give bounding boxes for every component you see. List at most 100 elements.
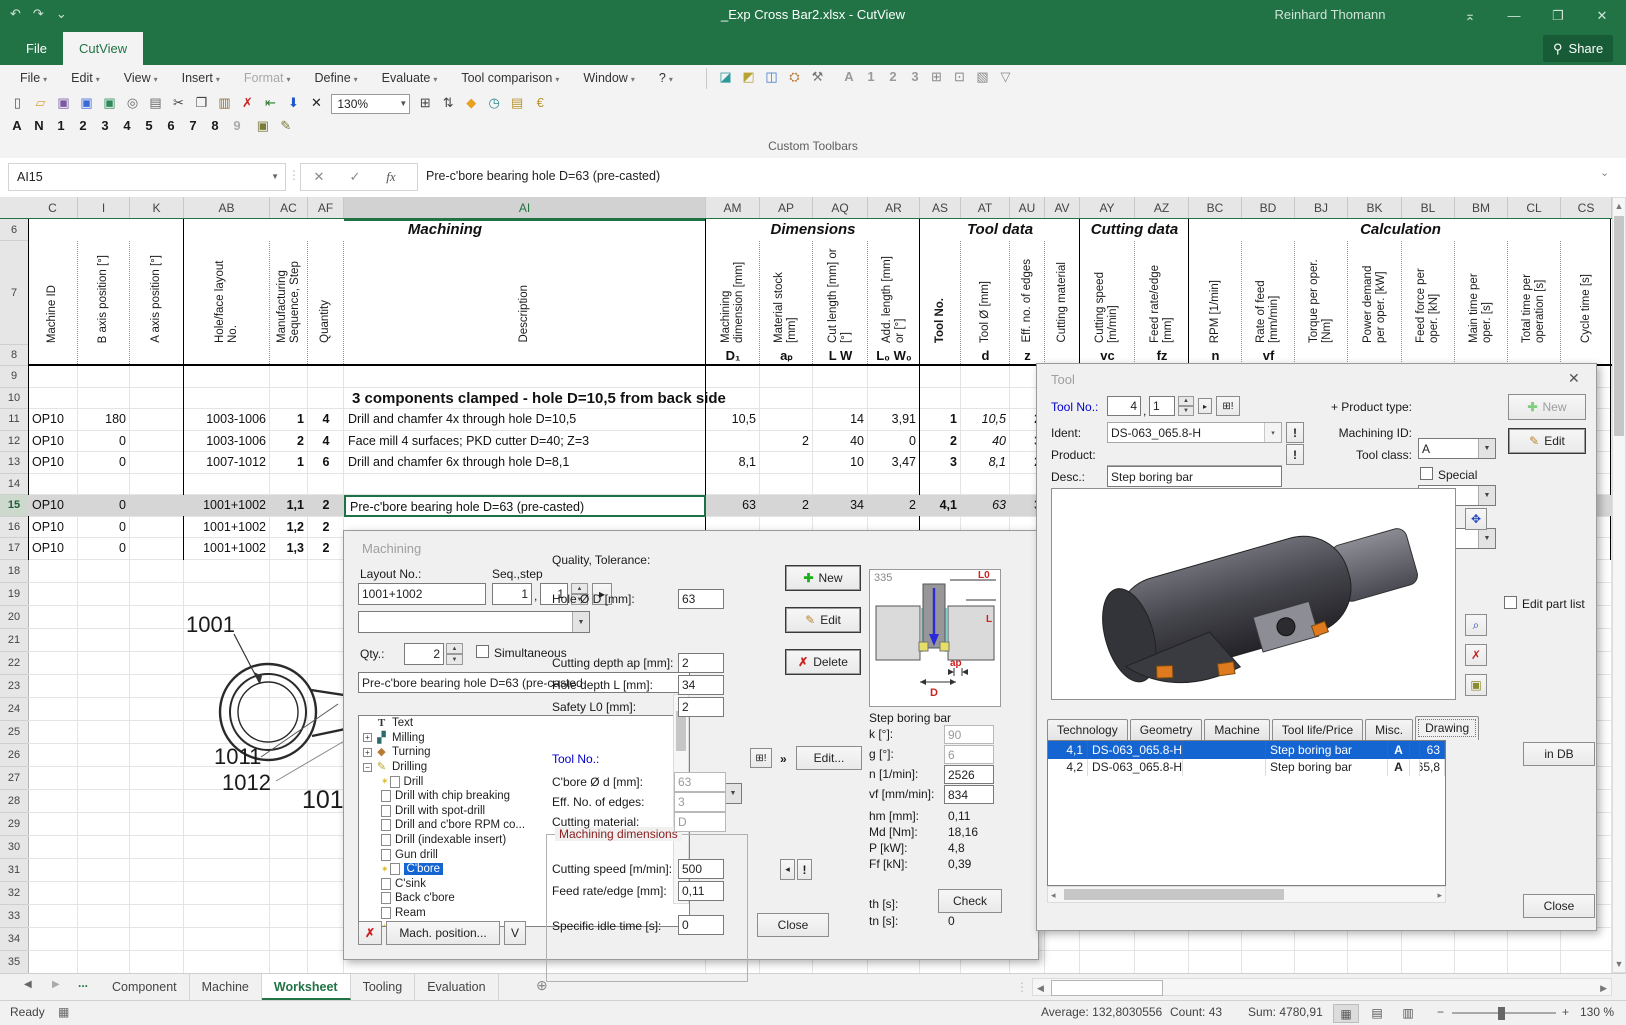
save-icon[interactable]: ▣	[54, 94, 73, 112]
column-header-CS[interactable]: CS	[1561, 197, 1612, 219]
cell-AR12[interactable]: 0	[868, 431, 920, 453]
cell-AR11[interactable]: 3,91	[868, 409, 920, 431]
filter-icon[interactable]: ▽	[996, 68, 1015, 86]
cell-AT15[interactable]: 63	[961, 495, 1010, 517]
delete-icon[interactable]: ✗	[238, 94, 257, 112]
field-input[interactable]: D	[674, 812, 726, 832]
result-input[interactable]: 90	[944, 725, 994, 744]
row-header-27[interactable]: 27	[0, 767, 29, 790]
sheet-overflow[interactable]: ...	[78, 976, 88, 990]
sheet-hscrollbar[interactable]: ◀ ▶	[1032, 978, 1612, 996]
row-header-19[interactable]: 19	[0, 583, 29, 606]
row-header-8[interactable]: 8	[0, 345, 29, 366]
field-input[interactable]: 2	[678, 697, 724, 717]
sheet-tab-component[interactable]: Component	[100, 974, 190, 1000]
column-header-K[interactable]: K	[130, 197, 184, 219]
edit-part-list-checkbox[interactable]	[1504, 596, 1517, 609]
menu-define[interactable]: Define▾	[303, 65, 370, 85]
tool-calc-icon[interactable]: ⊞!	[750, 748, 772, 768]
sheet-tab-evaluation[interactable]: Evaluation	[415, 974, 498, 1000]
cell-AS11[interactable]: 1	[920, 409, 961, 431]
cell-AT11[interactable]: 10,5	[961, 409, 1010, 431]
formula-bar-handle[interactable]: ⋮	[288, 168, 300, 182]
tool-list-table[interactable]: 4,1DS-063_065.8-HStep boring barA634,2DS…	[1047, 740, 1446, 886]
column-header-AZ[interactable]: AZ	[1135, 197, 1189, 219]
row-header-25[interactable]: 25	[0, 721, 29, 744]
tool-table-row[interactable]: 4,1DS-063_065.8-HStep boring barA63	[1048, 741, 1445, 759]
column-header-AB[interactable]: AB	[184, 197, 270, 219]
tool-no-spinner[interactable]: ▲▼	[1178, 396, 1194, 416]
result-input[interactable]: 2526	[944, 765, 994, 784]
row-header-31[interactable]: 31	[0, 859, 29, 882]
column-header-AR[interactable]: AR	[868, 197, 920, 219]
field-input[interactable]: 500	[678, 859, 724, 879]
field-input[interactable]: 63	[674, 772, 726, 792]
row-header-26[interactable]: 26	[0, 744, 29, 767]
paste-icon[interactable]: ▥	[215, 94, 234, 112]
ribbon-tab-file[interactable]: File	[10, 32, 63, 65]
tool-table-hscrollbar[interactable]: ◂ ▸	[1047, 886, 1446, 903]
copy-icon[interactable]: ❐	[192, 94, 211, 112]
cell-AC15[interactable]: 1,1	[270, 495, 308, 517]
cell-C16[interactable]: OP10	[28, 517, 78, 539]
delete-view-icon[interactable]: ✗	[1465, 644, 1487, 666]
tree-item-milling[interactable]: +▞Milling	[359, 731, 689, 746]
cell-AM13[interactable]: 8,1	[706, 452, 760, 474]
zoom-percent[interactable]: 130 %	[1580, 1005, 1614, 1019]
sheet-nav-right-icon[interactable]: ▶	[52, 979, 60, 990]
row-header-20[interactable]: 20	[0, 606, 29, 629]
toolbar-level-8[interactable]: 8	[205, 117, 225, 135]
toolbar-level-5[interactable]: 5	[139, 117, 159, 135]
cell-AQ12[interactable]: 40	[813, 431, 868, 453]
row-header-34[interactable]: 34	[0, 928, 29, 951]
column-header-BK[interactable]: BK	[1348, 197, 1402, 219]
cell-AI11[interactable]: Drill and chamfer 4x through hole D=10,5	[344, 409, 706, 431]
fit-view-icon[interactable]: ✥	[1465, 508, 1487, 530]
cell-AS12[interactable]: 2	[920, 431, 961, 453]
tool-dialog-close-icon[interactable]: ✕	[1568, 370, 1580, 387]
cell-AC11[interactable]: 1	[270, 409, 308, 431]
cell-AB11[interactable]: 1003-1006	[184, 409, 270, 431]
sheet-tab-machine[interactable]: Machine	[190, 974, 262, 1000]
toolbar-level-2[interactable]: 2	[73, 117, 93, 135]
cell-AF15[interactable]: 2	[308, 495, 344, 517]
ident-combo[interactable]: DS-063_065.8-H▾	[1107, 422, 1282, 443]
cell-AC13[interactable]: 1	[270, 452, 308, 474]
maximize-icon[interactable]: ❐	[1536, 0, 1580, 32]
collapse-icon[interactable]: −	[363, 763, 372, 772]
zoom-select[interactable]: 130%▼	[331, 94, 410, 114]
column-header-AP[interactable]: AP	[760, 197, 813, 219]
tool-close-button[interactable]: Close	[1523, 894, 1595, 918]
toolbar-level-4[interactable]: 4	[117, 117, 137, 135]
cell-I13[interactable]: 0	[78, 452, 130, 474]
field-input[interactable]: 0,11	[678, 881, 724, 901]
cell-C13[interactable]: OP10	[28, 452, 78, 474]
tree-item-drilling[interactable]: −✎Drilling	[359, 760, 689, 775]
in-db-button[interactable]: in DB	[1523, 742, 1595, 766]
delete-position-button[interactable]: ✗	[358, 921, 382, 945]
warning-icon[interactable]: ◆	[462, 94, 481, 112]
cell-AC16[interactable]: 1,2	[270, 517, 308, 539]
cell-AB17[interactable]: 1001+1002	[184, 538, 270, 560]
select-all-corner[interactable]	[0, 197, 29, 220]
tool-edit-button[interactable]: Edit...	[796, 746, 862, 770]
result-input[interactable]: 834	[944, 785, 994, 804]
row-header-22[interactable]: 22	[0, 652, 29, 675]
zoom-view-icon[interactable]: ⌕	[1465, 614, 1487, 636]
cell-AQ11[interactable]: 14	[813, 409, 868, 431]
macro-record-icon[interactable]: ▦	[58, 1005, 69, 1019]
menu-view[interactable]: View▾	[112, 65, 170, 85]
close-x-icon[interactable]: ✕	[307, 94, 326, 112]
cell-C15[interactable]: OP10	[28, 495, 78, 517]
tool-new-button[interactable]: ✚New	[1508, 394, 1586, 420]
minimize-icon[interactable]: —	[1492, 0, 1536, 32]
currency-icon[interactable]: €	[531, 94, 550, 112]
cell-AC12[interactable]: 2	[270, 431, 308, 453]
tool-table-row[interactable]: 4,2DS-063_065.8-HStep boring barA65,8	[1048, 759, 1445, 777]
row-header-21[interactable]: 21	[0, 629, 29, 652]
delete-button[interactable]: ✗Delete	[785, 649, 861, 675]
column-header-AV[interactable]: AV	[1045, 197, 1080, 219]
column-header-I[interactable]: I	[78, 197, 130, 219]
toolbar-level-9[interactable]: 9	[227, 117, 247, 135]
cell-AP12[interactable]: 2	[760, 431, 813, 453]
